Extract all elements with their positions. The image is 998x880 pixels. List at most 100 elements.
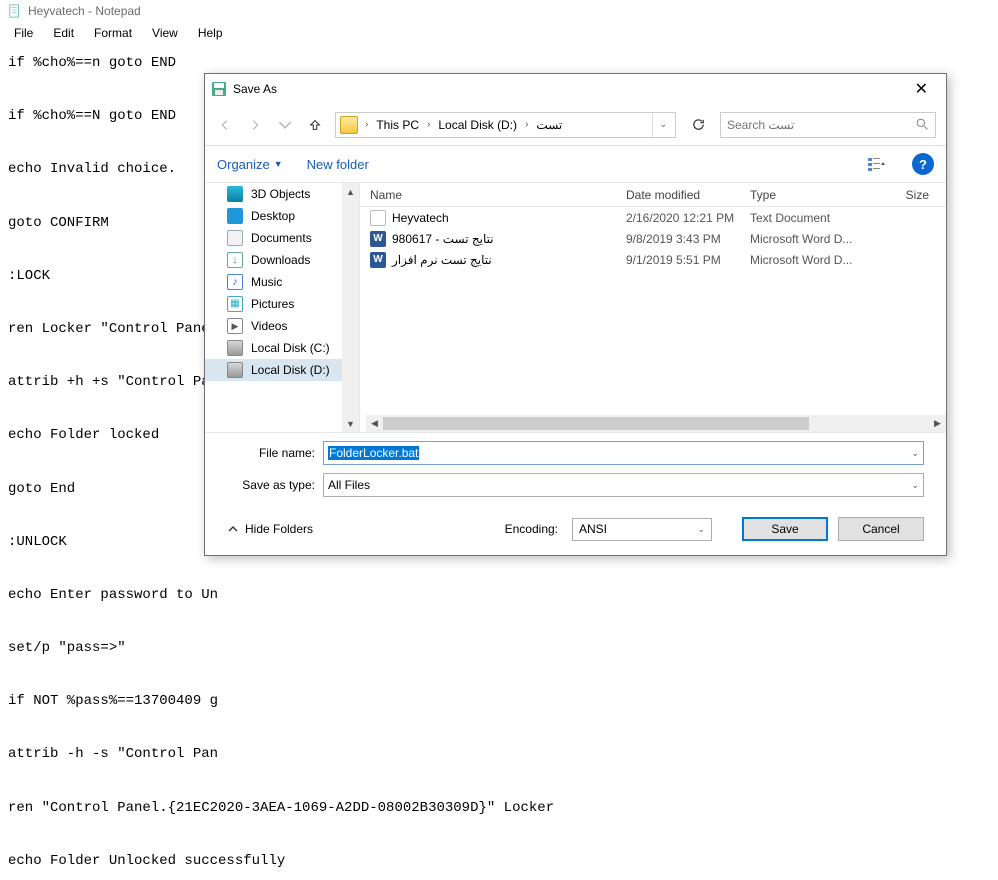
- sidebar-item-label: Downloads: [251, 253, 310, 267]
- sidebar-item-documents[interactable]: Documents: [205, 227, 342, 249]
- sidebar-item-3d-objects[interactable]: 3D Objects: [205, 183, 342, 205]
- breadcrumb-folder[interactable]: تست: [533, 118, 565, 132]
- chevron-right-icon[interactable]: ›: [424, 119, 433, 130]
- pic-icon: [227, 296, 243, 312]
- help-button[interactable]: ?: [912, 153, 934, 175]
- search-icon: [916, 118, 929, 131]
- file-date: 2/16/2020 12:21 PM: [616, 211, 740, 225]
- folder-tree: 3D Objects Desktop Documents Downloads Music…: [205, 183, 360, 432]
- file-row[interactable]: نتایج تست - 980617 9/8/2019 3:43 PMMicros…: [360, 228, 946, 249]
- file-row[interactable]: Heyvatech 2/16/2020 12:21 PMText Document: [360, 207, 946, 228]
- column-date[interactable]: Date modified: [616, 188, 740, 202]
- address-bar[interactable]: › This PC › Local Disk (D:) › تست ⌄: [335, 112, 676, 138]
- menu-view[interactable]: View: [144, 24, 186, 42]
- menu-edit[interactable]: Edit: [45, 24, 82, 42]
- organize-button[interactable]: Organize ▼: [217, 157, 283, 172]
- savetype-value: All Files: [328, 478, 370, 492]
- file-date: 9/8/2019 3:43 PM: [616, 232, 740, 246]
- sidebar-item-label: Documents: [251, 231, 312, 245]
- scroll-up-icon[interactable]: ▲: [342, 183, 359, 200]
- disk-icon: [227, 340, 243, 356]
- sidebar-item-music[interactable]: Music: [205, 271, 342, 293]
- sidebar-item-label: 3D Objects: [251, 187, 310, 201]
- filename-label: File name:: [227, 446, 323, 460]
- chevron-right-icon[interactable]: ›: [522, 119, 531, 130]
- savetype-select[interactable]: All Files ⌄: [323, 473, 924, 497]
- sidebar-item-label: Videos: [251, 319, 287, 333]
- nav-recent-button[interactable]: [275, 115, 295, 135]
- save-button[interactable]: Save: [742, 517, 828, 541]
- breadcrumb-this-pc[interactable]: This PC: [373, 118, 422, 132]
- dialog-navbar: › This PC › Local Disk (D:) › تست ⌄: [205, 104, 946, 146]
- notepad-titlebar: Heyvatech - Notepad: [0, 0, 998, 22]
- encoding-value: ANSI: [579, 522, 607, 536]
- chevron-down-icon[interactable]: ⌄: [697, 524, 705, 535]
- sidebar-item-desktop[interactable]: Desktop: [205, 205, 342, 227]
- scroll-down-icon[interactable]: ▼: [342, 415, 359, 432]
- chevron-down-icon[interactable]: ⌄: [911, 480, 919, 491]
- new-folder-button[interactable]: New folder: [307, 157, 369, 172]
- nav-forward-button[interactable]: [245, 115, 265, 135]
- sidebar-item-videos[interactable]: Videos: [205, 315, 342, 337]
- search-input[interactable]: [727, 118, 910, 132]
- sidebar-item-label: Desktop: [251, 209, 295, 223]
- close-button[interactable]: ✕: [903, 79, 940, 99]
- sidebar-item-label: Local Disk (D:): [251, 363, 330, 377]
- dl-icon: [227, 252, 243, 268]
- horizontal-scrollbar[interactable]: ◀ ▶: [366, 415, 946, 432]
- scroll-right-icon[interactable]: ▶: [929, 418, 946, 429]
- scroll-left-icon[interactable]: ◀: [366, 418, 383, 429]
- file-icon: [370, 252, 386, 268]
- disk-icon: [227, 362, 243, 378]
- filename-input[interactable]: FolderLocker.bat ⌄: [323, 441, 924, 465]
- scrollbar-thumb[interactable]: [383, 417, 809, 430]
- save-as-dialog: Save As ✕ › This PC › Local Disk (D:) › …: [204, 73, 947, 556]
- file-row[interactable]: نتایج تست نرم افزار9/1/2019 5:51 PMMicro…: [360, 249, 946, 270]
- sidebar-scrollbar[interactable]: ▲ ▼: [342, 183, 359, 432]
- view-options-button[interactable]: [866, 153, 888, 175]
- notepad-menubar[interactable]: File Edit Format View Help: [0, 22, 998, 44]
- column-type[interactable]: Type: [740, 188, 858, 202]
- file-type: Text Document: [740, 211, 858, 225]
- menu-help[interactable]: Help: [190, 24, 231, 42]
- music-icon: [227, 274, 243, 290]
- nav-up-button[interactable]: [305, 115, 325, 135]
- menu-file[interactable]: File: [6, 24, 41, 42]
- cancel-button[interactable]: Cancel: [838, 517, 924, 541]
- file-date: 9/1/2019 5:51 PM: [616, 253, 740, 267]
- chevron-down-icon[interactable]: ⌄: [911, 448, 919, 459]
- 3d-icon: [227, 186, 243, 202]
- encoding-select[interactable]: ANSI ⌄: [572, 518, 712, 541]
- file-list-header[interactable]: Name Date modified Type Size: [360, 183, 946, 207]
- notepad-icon: [8, 4, 22, 18]
- sidebar-item-local-disk-c-[interactable]: Local Disk (C:): [205, 337, 342, 359]
- sidebar-item-pictures[interactable]: Pictures: [205, 293, 342, 315]
- chevron-down-icon: ▼: [274, 159, 283, 169]
- hide-folders-button[interactable]: Hide Folders: [227, 522, 313, 536]
- menu-format[interactable]: Format: [86, 24, 140, 42]
- file-name: نتایج تست - 980617: [392, 232, 494, 246]
- file-name: Heyvatech: [392, 211, 449, 225]
- desk-icon: [227, 208, 243, 224]
- search-box[interactable]: [720, 112, 936, 138]
- file-name: نتایج تست نرم افزار: [392, 253, 492, 267]
- encoding-label: Encoding:: [505, 522, 558, 536]
- sidebar-item-label: Music: [251, 275, 282, 289]
- chevron-right-icon[interactable]: ›: [362, 119, 371, 130]
- folder-icon: [340, 116, 358, 134]
- column-name[interactable]: Name: [360, 188, 616, 202]
- file-type: Microsoft Word D...: [740, 232, 858, 246]
- dialog-titlebar: Save As ✕: [205, 74, 946, 104]
- vid-icon: [227, 318, 243, 334]
- column-size[interactable]: Size: [858, 188, 946, 202]
- file-icon: [370, 231, 386, 247]
- refresh-button[interactable]: [686, 112, 710, 138]
- sidebar-item-downloads[interactable]: Downloads: [205, 249, 342, 271]
- notepad-title: Heyvatech - Notepad: [28, 4, 141, 18]
- address-dropdown-button[interactable]: ⌄: [652, 113, 673, 137]
- file-list-pane: Name Date modified Type Size Heyvatech 2/…: [360, 183, 946, 432]
- dialog-title: Save As: [233, 82, 277, 96]
- sidebar-item-local-disk-d-[interactable]: Local Disk (D:): [205, 359, 342, 381]
- nav-back-button[interactable]: [215, 115, 235, 135]
- breadcrumb-drive[interactable]: Local Disk (D:): [435, 118, 520, 132]
